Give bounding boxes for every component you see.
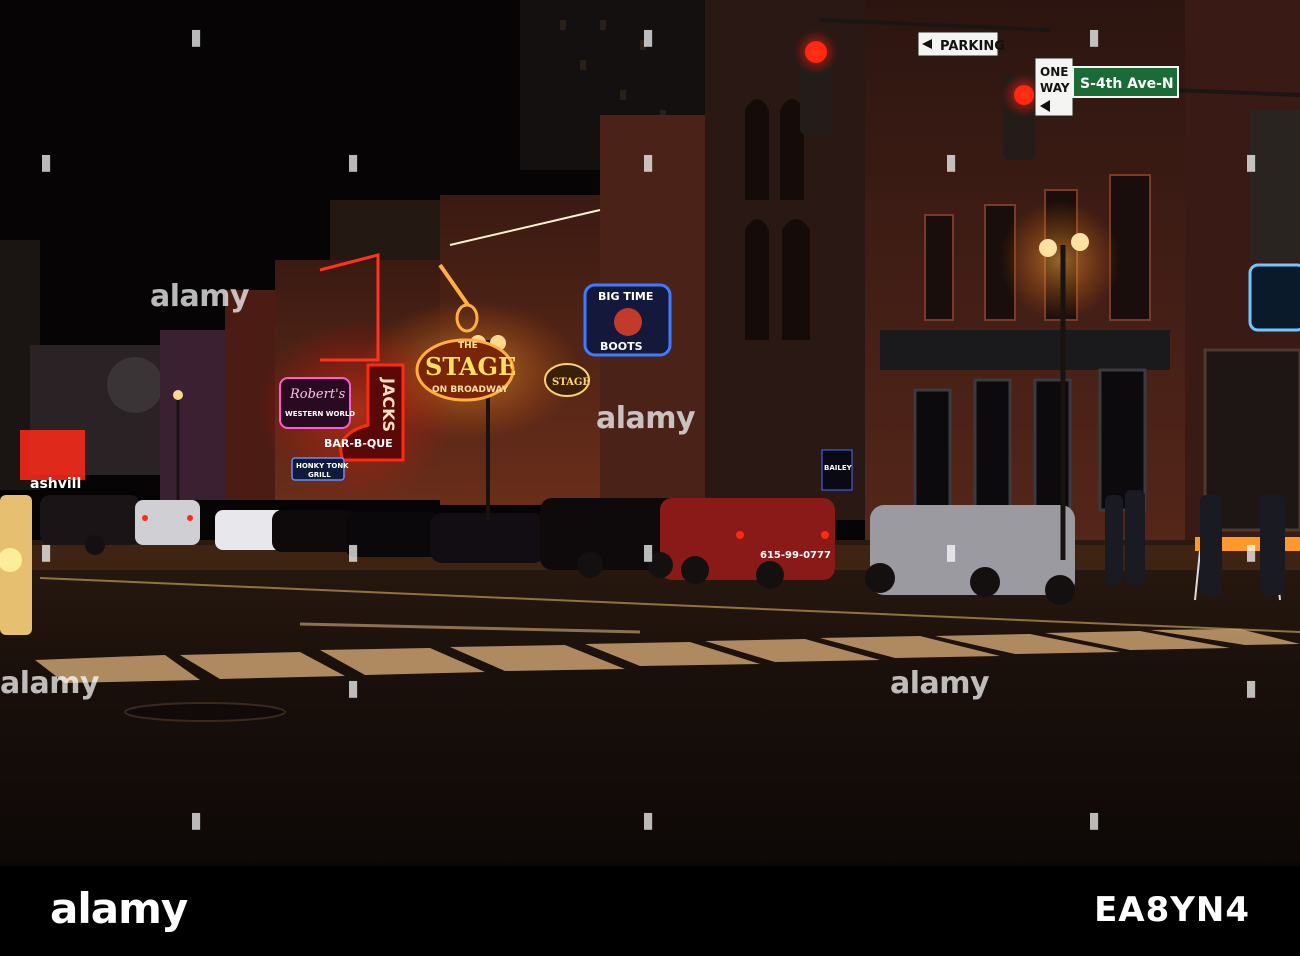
image-id: EA8YN4 (1094, 890, 1250, 930)
svg-text:BAR-B-QUE: BAR-B-QUE (324, 437, 393, 450)
storefront-awning (880, 330, 1170, 370)
svg-text:S-4th Ave-N: S-4th Ave-N (1080, 76, 1174, 92)
svg-text:JACKS: JACKS (379, 377, 398, 432)
svg-text:STAGE: STAGE (425, 352, 516, 381)
watermark-dot: ▮ (642, 150, 655, 175)
red-billboard (20, 430, 85, 480)
watermark-text: alamy (596, 401, 696, 436)
svg-text:BIG TIME: BIG TIME (598, 290, 653, 303)
blue-neon-sign (1248, 263, 1300, 332)
parking-sign-text: PARKING (940, 39, 1005, 54)
big-time-boots-sign: BIG TIME BOOTS (583, 283, 672, 357)
watermark-dot: ▮ (945, 540, 958, 565)
manhole-cover (124, 702, 286, 722)
stock-footer-bar: alamy EA8YN4 (0, 866, 1300, 956)
street-photo: PARKING ONE WAY S-4th Ave-N BIG TIME BOO… (0, 0, 1300, 866)
parking-sign: PARKING (917, 31, 1005, 57)
watermark-text: alamy (0, 666, 100, 701)
watermark-dot: ▮ (40, 150, 53, 175)
watermark-dot: ▮ (1245, 540, 1258, 565)
watermark-text: alamy (890, 666, 990, 701)
watermark-dot: ▮ (642, 808, 655, 833)
watermark-text: alamy (150, 279, 250, 314)
svg-text:WAY: WAY (1040, 81, 1070, 95)
watermark-dot: ▮ (945, 150, 958, 175)
svg-text:HONKY TONK: HONKY TONK (296, 462, 349, 470)
svg-text:STAGE: STAGE (552, 377, 590, 388)
svg-text:WESTERN WORLD: WESTERN WORLD (285, 410, 355, 418)
watermark-dot: ▮ (1088, 25, 1101, 50)
street-name-sign: S-4th Ave-N (1072, 66, 1179, 98)
watermark-dot: ▮ (190, 25, 203, 50)
svg-text:BAILEY: BAILEY (824, 464, 853, 472)
watermark-dot: ▮ (642, 25, 655, 50)
watermark-dot: ▮ (347, 540, 360, 565)
watermark-dot: ▮ (1245, 150, 1258, 175)
svg-text:ON BROADWAY: ON BROADWAY (432, 385, 509, 395)
watermark-dot: ▮ (347, 150, 360, 175)
stage-small-sign: STAGE (544, 363, 590, 397)
one-way-sign: ONE WAY (1034, 57, 1074, 117)
taxi-phone-number: 615-99-0777 (760, 550, 831, 561)
bar-window-sign: BAILEY (821, 449, 853, 491)
watermark-dot: ▮ (40, 540, 53, 565)
watermark-dot: ▮ (642, 540, 655, 565)
svg-text:ONE: ONE (1040, 65, 1068, 79)
svg-text:Robert's: Robert's (289, 387, 346, 402)
roberts-western-world-sign: Robert's WESTERN WORLD (279, 377, 355, 429)
honky-tonk-grill-sign: HONKY TONK GRILL (291, 457, 349, 481)
alamy-logo: alamy (50, 884, 188, 933)
jacks-roof-building (330, 200, 445, 260)
watermark-dot: ▮ (347, 676, 360, 701)
svg-text:THE: THE (458, 341, 478, 351)
nashville-sign: ashvill (30, 476, 81, 492)
watermark-dot: ▮ (190, 808, 203, 833)
watermark-dot: ▮ (1245, 676, 1258, 701)
svg-text:BOOTS: BOOTS (600, 340, 643, 353)
svg-text:GRILL: GRILL (308, 471, 331, 479)
watermark-dot: ▮ (1088, 808, 1101, 833)
building-mid-left-1 (160, 330, 230, 500)
